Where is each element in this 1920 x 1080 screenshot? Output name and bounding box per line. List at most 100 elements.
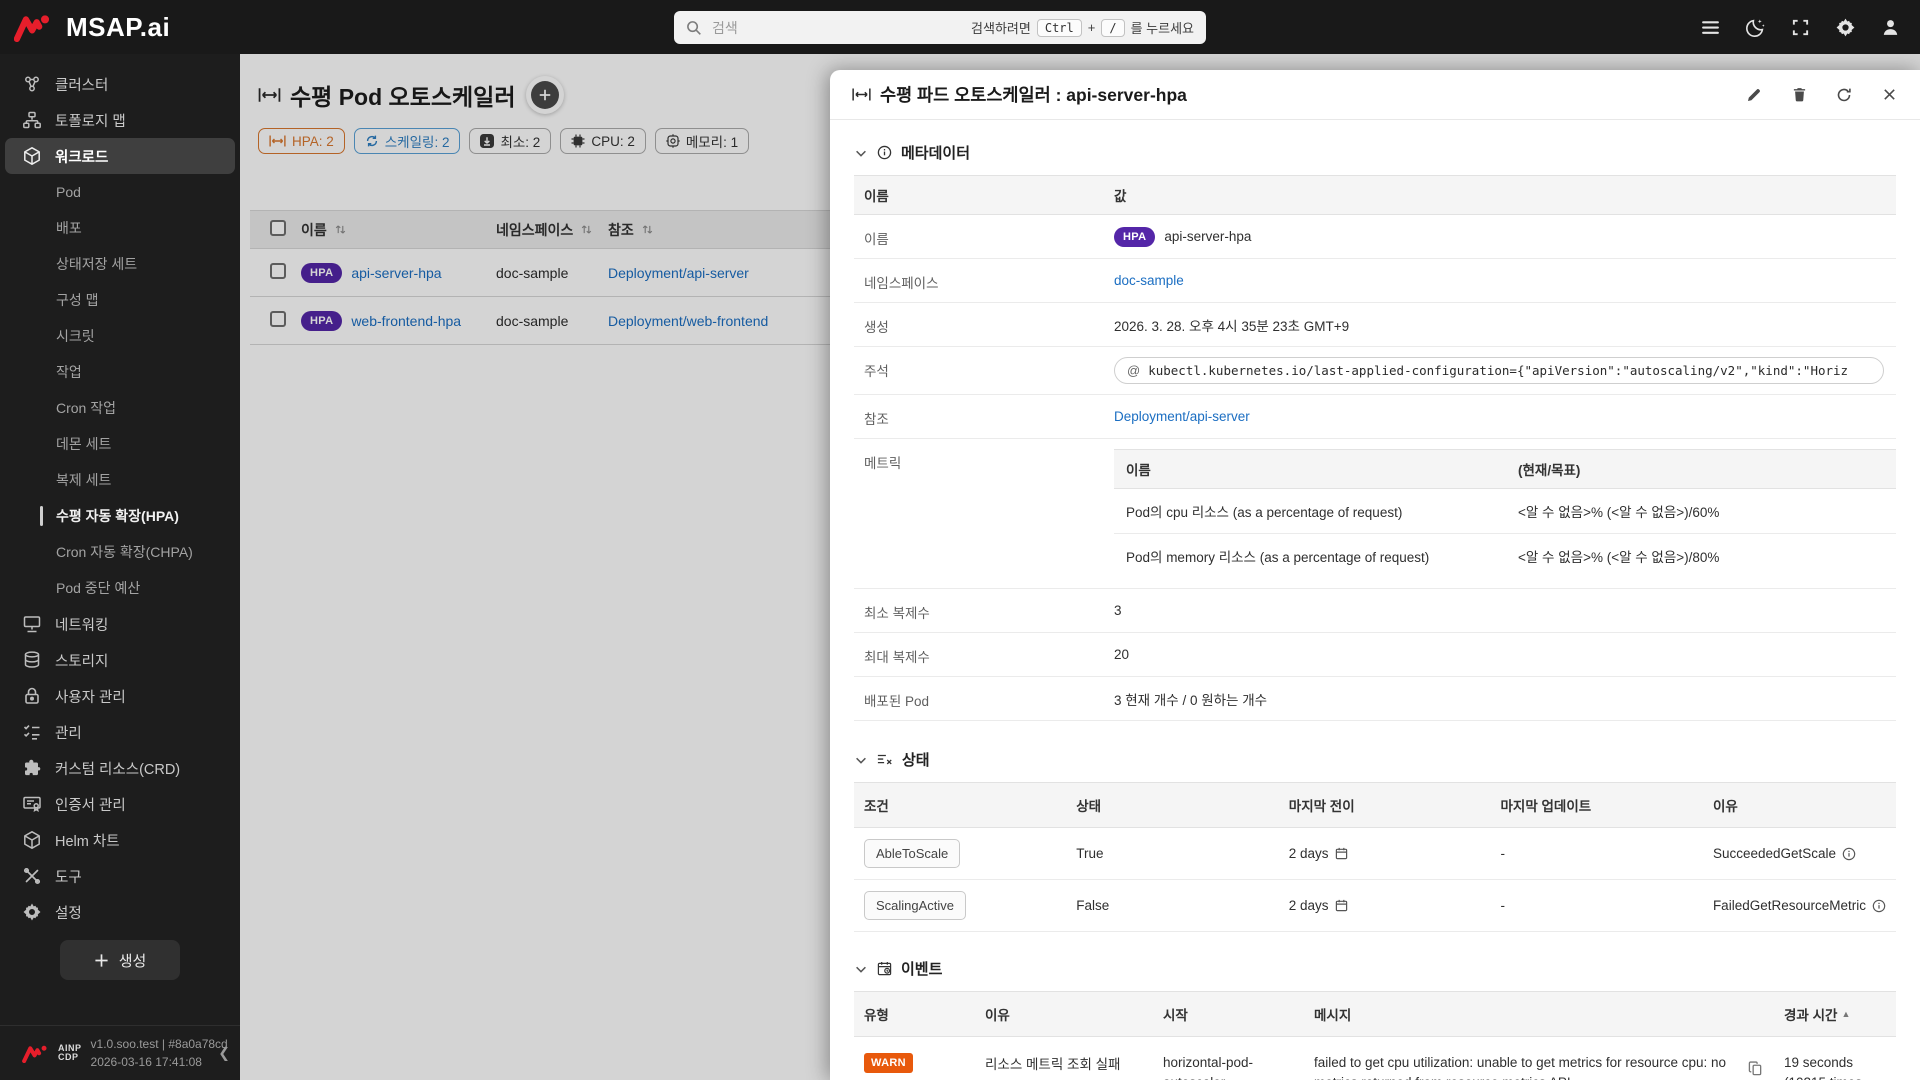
copy-icon[interactable] <box>1748 1061 1764 1076</box>
refresh-icon[interactable] <box>1835 86 1853 104</box>
meta-label: 최대 복제수 <box>854 632 1104 677</box>
calendar-icon[interactable] <box>1335 847 1348 860</box>
sidebar-item-helm-charts[interactable]: Helm 차트 <box>0 822 240 858</box>
min-download-icon <box>480 134 495 148</box>
sidebar-item-management[interactable]: 관리 <box>0 714 240 750</box>
badge-hpa-count[interactable]: HPA: 2 <box>258 128 345 154</box>
sidebar-item-pod[interactable]: Pod <box>0 174 240 210</box>
add-hpa-button[interactable] <box>525 76 564 114</box>
badge-scaling-count[interactable]: 스케일링: 2 <box>353 128 461 154</box>
sidebar-item-statefulset[interactable]: 상태저장 세트 <box>0 246 240 282</box>
sidebar-item-deployment[interactable]: 배포 <box>0 210 240 246</box>
status-col-last-update: 마지막 업데이트 <box>1490 782 1703 828</box>
badge-label: 스케일링: 2 <box>384 135 450 150</box>
hint-prefix: 검색하려면 <box>971 21 1031 36</box>
ref-link[interactable]: Deployment/web-frontend <box>608 313 768 329</box>
events-col-message: 메시지 <box>1304 991 1774 1037</box>
badge-min-count[interactable]: 최소: 2 <box>469 128 552 154</box>
sort-icon[interactable] <box>641 224 654 235</box>
user-avatar-icon[interactable] <box>1878 15 1902 39</box>
reason-value: FailedGetResourceMetric <box>1712 898 1866 913</box>
sidebar-item-secret[interactable]: 시크릿 <box>0 318 240 354</box>
sidebar-item-replicaset[interactable]: 복제 세트 <box>0 462 240 498</box>
sidebar-item-chpa[interactable]: Cron 자동 확장(CHPA) <box>0 534 240 570</box>
sidebar-item-topology-map[interactable]: 토폴로지 맵 <box>0 102 240 138</box>
last-transition-value: 2 days <box>1288 846 1329 861</box>
create-button[interactable]: 생성 <box>60 940 180 980</box>
sidebar-item-label: 시크릿 <box>56 328 95 344</box>
ref-link[interactable]: Deployment/api-server <box>608 265 749 281</box>
badge-cpu-count[interactable]: CPU: 2 <box>560 128 646 154</box>
sidebar-item-networking[interactable]: 네트워킹 <box>0 606 240 642</box>
build-timestamp: 2026-03-16 17:41:08 <box>90 1055 202 1069</box>
badge-memory-count[interactable]: 메모리: 1 <box>654 128 750 154</box>
column-header-name[interactable]: 이름 <box>301 220 327 240</box>
drawer-actions <box>1745 86 1898 104</box>
sort-icon[interactable] <box>334 224 347 235</box>
row-checkbox[interactable] <box>270 311 286 327</box>
meta-label: 주석 <box>854 346 1104 395</box>
certificate-icon <box>22 794 42 814</box>
sidebar-item-job[interactable]: 작업 <box>0 354 240 390</box>
search-input[interactable] <box>710 18 890 37</box>
column-header-ref[interactable]: 참조 <box>608 220 634 240</box>
annotation-pill[interactable]: @ kubectl.kubernetes.io/last-applied-con… <box>1114 357 1884 384</box>
metadata-section-header[interactable]: 메타데이터 <box>854 142 1896 163</box>
sidebar-item-label: Cron 작업 <box>56 400 116 416</box>
sidebar-item-certificates[interactable]: 인증서 관리 <box>0 786 240 822</box>
last-update-value: - <box>1500 846 1506 861</box>
hpa-detail-drawer: 수평 파드 오토스케일러 : api-server-hpa 메타데이터 이름 값… <box>830 70 1920 1080</box>
meta-label: 생성 <box>854 302 1104 347</box>
fullscreen-icon[interactable] <box>1788 15 1812 39</box>
status-section-header[interactable]: 상태 <box>854 749 1896 770</box>
sort-icon[interactable] <box>580 224 593 235</box>
condition-chip[interactable]: ScalingActive <box>864 891 967 920</box>
row-checkbox[interactable] <box>270 263 286 279</box>
kbd-ctrl: Ctrl <box>1036 18 1082 37</box>
sidebar-item-tools[interactable]: 도구 <box>0 858 240 894</box>
calendar-icon[interactable] <box>1335 899 1348 912</box>
event-row: WARN 리소스 메트릭 조회 실패 horizontal-pod-autosc… <box>854 1036 1896 1080</box>
condition-chip[interactable]: AbleToScale <box>864 839 961 868</box>
close-icon[interactable] <box>1880 86 1898 104</box>
global-search[interactable]: 검색하려면 Ctrl + / 를 누르세요 <box>674 11 1206 44</box>
sidebar-item-configmap[interactable]: 구성 맵 <box>0 282 240 318</box>
namespace-link[interactable]: doc-sample <box>1114 273 1184 288</box>
edit-icon[interactable] <box>1745 86 1763 104</box>
drawer-title-text: 수평 파드 오토스케일러 : api-server-hpa <box>880 85 1187 105</box>
info-icon[interactable] <box>1842 847 1856 861</box>
sidebar-item-cluster[interactable]: 클러스터 <box>0 66 240 102</box>
sidebar-item-workloads[interactable]: 워크로드 <box>5 138 235 174</box>
sidebar-item-settings[interactable]: 설정 <box>0 894 240 930</box>
hpa-name-link[interactable]: api-server-hpa <box>351 265 441 281</box>
delete-icon[interactable] <box>1790 86 1808 104</box>
puzzle-icon <box>22 758 42 778</box>
namespace-value: doc-sample <box>496 264 569 281</box>
sidebar-item-cronjob[interactable]: Cron 작업 <box>0 390 240 426</box>
hpa-name-link[interactable]: web-frontend-hpa <box>351 313 461 329</box>
dark-mode-icon[interactable] <box>1743 15 1767 39</box>
settings-gear-icon[interactable] <box>1833 15 1857 39</box>
chevron-down-icon <box>854 962 868 976</box>
info-icon[interactable] <box>1872 899 1886 913</box>
sidebar-item-crd[interactable]: 커스텀 리소스(CRD) <box>0 750 240 786</box>
meta-label: 이름 <box>854 214 1104 259</box>
select-all-checkbox[interactable] <box>270 220 286 236</box>
events-section-header[interactable]: 이벤트 <box>854 958 1896 979</box>
sidebar-item-pdb[interactable]: Pod 중단 예산 <box>0 570 240 606</box>
status-col-reason: 이유 <box>1702 782 1896 828</box>
sidebar-item-daemonset[interactable]: 데몬 세트 <box>0 426 240 462</box>
menu-icon[interactable] <box>1698 15 1722 39</box>
ref-link[interactable]: Deployment/api-server <box>1114 409 1250 424</box>
sidebar-item-label: 인증서 관리 <box>55 797 126 814</box>
sidebar-footer: AINP CDP v1.0.soo.test | #8a0a78cd 2026-… <box>0 1025 240 1080</box>
tools-icon <box>22 866 42 886</box>
sidebar-collapse-chevron[interactable]: ❮ <box>218 1045 230 1062</box>
events-col-age[interactable]: 경과 시간 <box>1784 1004 1837 1024</box>
column-header-namespace[interactable]: 네임스페이스 <box>496 220 573 240</box>
sidebar-item-hpa[interactable]: 수평 자동 확장(HPA) <box>0 498 240 534</box>
sidebar-item-storage[interactable]: 스토리지 <box>0 642 240 678</box>
meta-row-namespace: 네임스페이스 doc-sample <box>854 258 1896 303</box>
sidebar-item-user-management[interactable]: 사용자 관리 <box>0 678 240 714</box>
brand-logo[interactable]: MSAP.ai <box>0 12 240 43</box>
